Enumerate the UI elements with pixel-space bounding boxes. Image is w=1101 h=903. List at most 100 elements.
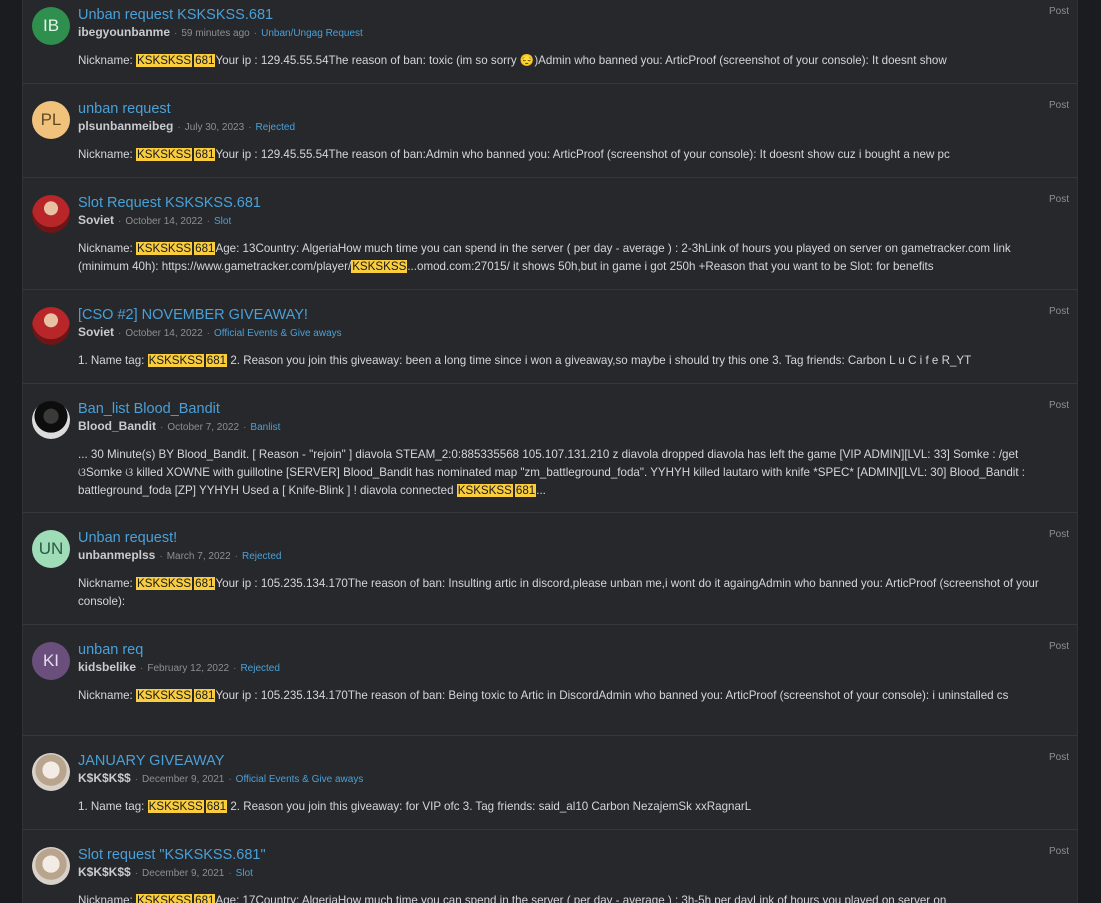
separator-dot: · <box>160 422 164 433</box>
result-title-link[interactable]: Unban request KSKSKSS.681 <box>78 6 1063 24</box>
result-snippet: Nickname: KSKSKSS 681Age: 17Country: Alge… <box>78 892 1063 903</box>
result-snippet: Nickname: KSKSKSS 681Your ip : 105.235.13… <box>78 575 1063 611</box>
avatar[interactable] <box>32 753 70 791</box>
search-highlight: 681 <box>194 689 216 702</box>
snippet-text: Nickname: <box>78 689 136 702</box>
snippet-text: ...omod.com:27015/ it shows 50h,but in g… <box>407 260 934 273</box>
author-link[interactable]: unbanmeplss <box>78 548 155 562</box>
snippet-text: 2. Reason you join this giveaway: for VI… <box>227 800 752 813</box>
result-title-link[interactable]: [CSO #2] NOVEMBER GIVEAWAY! <box>78 306 1063 324</box>
separator-dot: · <box>118 328 122 339</box>
forum-link[interactable]: Slot <box>236 868 253 879</box>
author-link[interactable]: Blood_Bandit <box>78 419 156 433</box>
search-highlight: 681 <box>194 148 216 161</box>
avatar[interactable]: PL <box>32 101 70 139</box>
avatar-initials: IB <box>42 16 60 35</box>
forum-link[interactable]: Rejected <box>256 122 295 133</box>
content-type-label: Post <box>1048 194 1069 205</box>
search-highlight: KSKSKSS <box>136 54 193 67</box>
separator-dot: · <box>206 328 210 339</box>
post-date: October 14, 2022 <box>125 328 203 339</box>
separator-dot: · <box>228 868 232 879</box>
result-meta: Soviet · October 14, 2022 · Official Events … <box>78 325 1063 341</box>
post-date: February 12, 2022 <box>147 663 230 674</box>
content-type-label: Post <box>1048 846 1069 857</box>
content-type-label: Post <box>1048 641 1069 652</box>
result-title-link[interactable]: unban request <box>78 100 1063 118</box>
snippet-text: Age: 17Country: AlgeriaHow much time you… <box>215 894 947 903</box>
result-title-link[interactable]: unban req <box>78 641 1063 659</box>
result-snippet: Nickname: KSKSKSS 681Your ip : 129.45.55.… <box>78 146 1063 164</box>
result-title-link[interactable]: Ban_list Blood_Bandit <box>78 400 1063 418</box>
content-type-label: Post <box>1048 100 1069 111</box>
avatar[interactable]: KI <box>32 642 70 680</box>
forum-link[interactable]: Banlist <box>250 422 280 433</box>
avatar-initials: UN <box>38 539 64 558</box>
avatar[interactable] <box>32 195 70 233</box>
post-date: 59 minutes ago <box>181 28 250 39</box>
avatar[interactable] <box>32 847 70 885</box>
separator-dot: · <box>233 663 237 674</box>
search-highlight: KSKSKSS <box>136 894 193 903</box>
separator-dot: · <box>248 122 252 133</box>
author-link[interactable]: Soviet <box>78 213 114 227</box>
separator-dot: · <box>228 774 232 785</box>
search-highlight: KSKSKSS <box>136 577 193 590</box>
content-type-label: Post <box>1048 400 1069 411</box>
forum-link[interactable]: Official Events & Give aways <box>214 328 342 339</box>
forum-link[interactable]: Rejected <box>242 551 281 562</box>
search-highlight: KSKSKSS <box>351 260 408 273</box>
author-link[interactable]: plsunbanmeibeg <box>78 119 173 133</box>
avatar[interactable]: IB <box>32 7 70 45</box>
snippet-text: Your ip : 129.45.55.54The reason of ban:… <box>215 148 950 161</box>
content-type-label: Post <box>1048 529 1069 540</box>
forum-link[interactable]: Rejected <box>240 663 279 674</box>
forum-link[interactable]: Official Events & Give aways <box>236 774 364 785</box>
avatar[interactable]: UN <box>32 530 70 568</box>
search-result: KI Post unban req kidsbelike · February 12… <box>23 625 1077 736</box>
snippet-text: Your ip : 105.235.134.170The reason of b… <box>78 577 1039 608</box>
search-result: Post Slot request "KSKSKSS.681" K$K$K$$ ·… <box>23 830 1077 903</box>
avatar[interactable] <box>32 401 70 439</box>
forum-link[interactable]: Slot <box>214 216 231 227</box>
snippet-text: 2. Reason you join this giveaway: been a… <box>227 354 972 367</box>
separator-dot: · <box>253 28 258 39</box>
result-snippet: 1. Name tag: KSKSKSS 681 2. Reason you jo… <box>78 352 1063 370</box>
result-snippet: Nickname: KSKSKSS 681Your ip : 105.235.13… <box>78 687 1063 705</box>
separator-dot: · <box>234 551 238 562</box>
search-result: Post Slot Request KSKSKSS.681 Soviet · Oct… <box>23 178 1077 290</box>
result-meta: K$K$K$$ · December 9, 2021 · Slot <box>78 865 1063 881</box>
snippet-text: Nickname: <box>78 148 136 161</box>
result-title-link[interactable]: Slot request "KSKSKSS.681" <box>78 846 1063 864</box>
search-highlight: 681 <box>205 354 228 367</box>
search-result: Post Ban_list Blood_Bandit Blood_Bandit ·… <box>23 384 1077 513</box>
result-meta: K$K$K$$ · December 9, 2021 · Official Events… <box>78 771 1063 787</box>
result-title-link[interactable]: JANUARY GIVEAWAY <box>78 752 1063 770</box>
forum-link[interactable]: Unban/Ungag Request <box>261 28 363 39</box>
search-highlight: 681 <box>194 54 216 67</box>
post-date: December 9, 2021 <box>142 868 225 879</box>
snippet-text: Your ip : 129.45.55.54The reason of ban:… <box>215 54 947 67</box>
snippet-text: ... <box>536 484 546 497</box>
author-link[interactable]: ibegyounbanme <box>78 25 170 39</box>
search-highlight: 681 <box>205 800 228 813</box>
separator-dot: · <box>118 216 122 227</box>
author-link[interactable]: Soviet <box>78 325 114 339</box>
author-link[interactable]: K$K$K$$ <box>78 771 131 785</box>
result-meta: kidsbelike · February 12, 2022 · Rejected <box>78 660 1063 676</box>
snippet-text: Nickname: <box>78 577 136 590</box>
content-type-label: Post <box>1048 306 1069 317</box>
author-link[interactable]: kidsbelike <box>78 660 136 674</box>
separator-dot: · <box>206 216 210 227</box>
result-title-link[interactable]: Unban request! <box>78 529 1063 547</box>
snippet-text: 1. Name tag: <box>78 800 148 813</box>
search-highlight: KSKSKSS <box>136 689 193 702</box>
search-highlight: KSKSKSS <box>456 484 513 497</box>
post-date: December 9, 2021 <box>142 774 225 785</box>
result-title-link[interactable]: Slot Request KSKSKSS.681 <box>78 194 1063 212</box>
avatar[interactable] <box>32 307 70 345</box>
result-meta: Soviet · October 14, 2022 · Slot <box>78 213 1063 229</box>
author-link[interactable]: K$K$K$$ <box>78 865 131 879</box>
snippet-text: Your ip : 105.235.134.170The reason of b… <box>215 689 1009 702</box>
separator-dot: · <box>159 551 163 562</box>
